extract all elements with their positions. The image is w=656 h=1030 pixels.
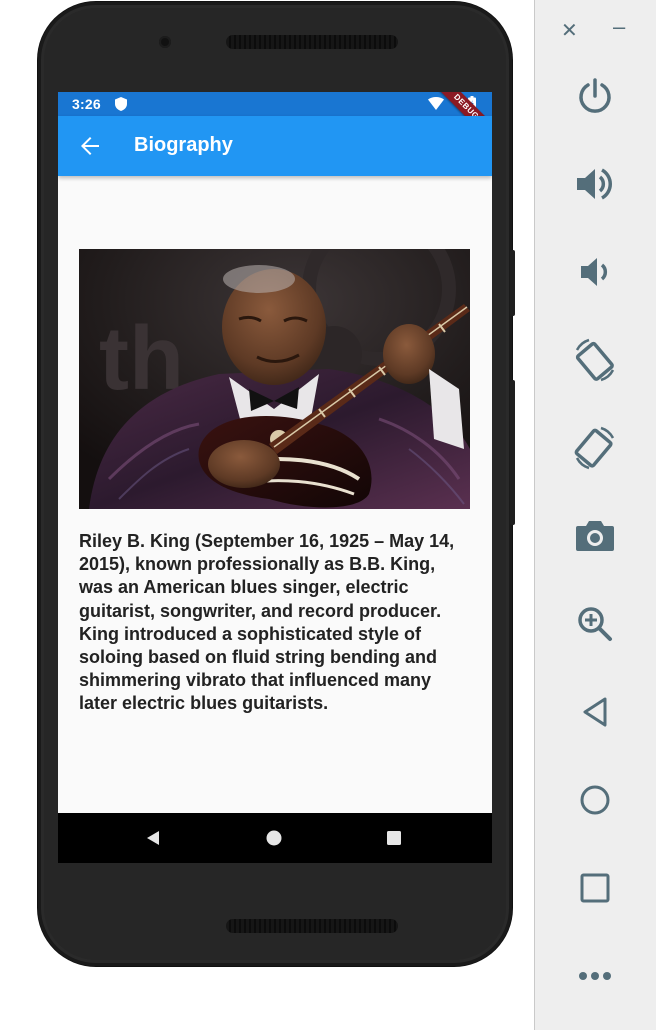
- arrow-back-icon: [81, 137, 99, 155]
- volume-down-icon: [581, 258, 608, 286]
- rotate-right-icon: [574, 426, 615, 470]
- panel-overview-button[interactable]: [563, 856, 627, 920]
- circle-home-icon[interactable]: [264, 828, 284, 848]
- system-nav-bar: [58, 813, 492, 863]
- minimize-icon[interactable]: –: [613, 14, 625, 40]
- volume-up-button[interactable]: [563, 152, 627, 216]
- app-bar: Biography: [58, 116, 492, 176]
- volume-side-button: [510, 380, 515, 525]
- more-icon: [579, 972, 611, 980]
- zoom-icon: [578, 607, 612, 641]
- device-screen: 3:26 DEBUG Biography th Riley B. King (S…: [58, 92, 492, 863]
- power-side-button: [510, 250, 515, 316]
- front-camera: [159, 36, 171, 48]
- panel-back-button[interactable]: [563, 680, 627, 744]
- bottom-speaker: [226, 919, 398, 933]
- earpiece-speaker: [226, 35, 398, 49]
- rotate-left-icon: [575, 338, 615, 382]
- square-recents-icon[interactable]: [384, 828, 404, 848]
- rotate-left-button[interactable]: [563, 328, 627, 392]
- biography-text: Riley B. King (September 16, 1925 – May …: [79, 531, 455, 714]
- overview-icon: [580, 873, 610, 903]
- back-icon: [583, 697, 607, 727]
- shield-icon: [115, 97, 127, 111]
- home-icon: [580, 785, 610, 815]
- zoom-button[interactable]: [563, 592, 627, 656]
- status-bar: 3:26 DEBUG: [58, 92, 492, 148]
- triangle-back-icon[interactable]: [143, 828, 163, 848]
- power-button[interactable]: [563, 64, 627, 128]
- status-time: 3:26: [72, 96, 101, 112]
- page-title: Biography: [134, 134, 233, 156]
- back-button[interactable]: [72, 128, 108, 164]
- wifi-icon: [428, 97, 444, 110]
- artist-photo: th: [79, 249, 470, 509]
- close-icon[interactable]: ✕: [561, 18, 578, 43]
- rotate-right-button[interactable]: [563, 416, 627, 480]
- emulator-panel: ✕ –: [534, 0, 656, 1030]
- more-button[interactable]: [563, 944, 627, 1008]
- screenshot-button[interactable]: [563, 504, 627, 568]
- camera-icon: [576, 521, 614, 551]
- power-icon: [579, 78, 611, 113]
- artist-photo-illustration: th: [79, 249, 470, 509]
- volume-down-button[interactable]: [563, 240, 627, 304]
- volume-up-icon: [577, 168, 612, 200]
- panel-home-button[interactable]: [563, 768, 627, 832]
